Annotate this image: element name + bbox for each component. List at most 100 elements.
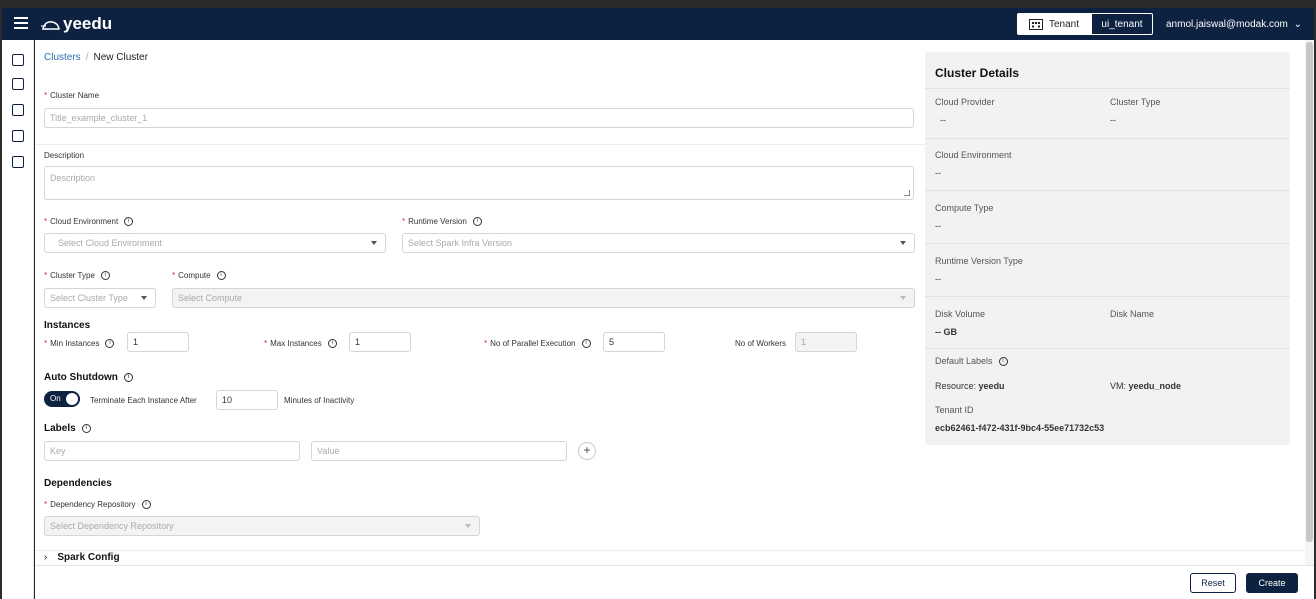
details-cluster-type-value: -- [1110,115,1116,125]
add-label-button[interactable]: + [578,442,596,460]
info-icon[interactable]: i [327,339,337,349]
yeedu-logo-icon [41,21,60,30]
chevron-down-icon [371,241,377,245]
divider [35,144,925,145]
tenant-switcher[interactable]: Tenant ui_tenant [1017,13,1153,35]
disk-volume-label: Disk Volume [935,309,986,319]
cloud-provider-label: Cloud Provider [935,97,995,107]
runtime-version-type-value: -- [935,274,941,284]
compute-label: * Compute i [172,271,226,281]
top-navbar: yeedu Tenant ui_tenant anmol.jaiswal@mod… [2,8,1314,40]
info-icon[interactable]: i [105,339,115,349]
tenant-label: Tenant [1049,18,1080,30]
vm-value: yeedu_node [1128,381,1182,391]
divider [35,550,1305,551]
user-email: anmol.jaiswal@modak.com [1166,19,1288,30]
cluster-type-select[interactable]: Select Cluster Type [44,288,156,308]
cloud-environment-detail-value: -- [935,168,941,178]
breadcrumb-separator: / [85,52,89,63]
divider [925,243,1290,244]
cluster-icon[interactable] [12,104,24,116]
window-top-strip [0,0,1316,8]
min-instances-label: * Min Instances i [44,339,115,349]
max-instances-label: * Max Instances i [264,339,337,349]
description-textarea[interactable]: Description [44,166,914,200]
max-instances-input[interactable]: 1 [349,332,411,352]
divider [925,88,1290,89]
cluster-type-label: * Cluster Type i [44,271,110,281]
cluster-details-title: Cluster Details [935,66,1020,80]
runtime-version-select[interactable]: Select Spark Infra Version [402,233,915,253]
divider [925,296,1290,297]
parallel-execution-input[interactable]: 5 [603,332,665,352]
dependencies-heading: Dependencies [44,478,112,489]
default-labels-label: Default Labels i [935,356,1008,367]
form-footer [35,565,1314,599]
vm-label: VM: yeedu_node [1110,381,1182,391]
download-icon[interactable] [12,54,24,66]
spark-config-section[interactable]: › Spark Config [44,552,120,563]
create-button[interactable]: Create [1246,573,1298,593]
disk-name-label: Disk Name [1110,309,1155,319]
tenant-label-box: Tenant [1018,14,1092,34]
chart-icon[interactable] [12,78,24,90]
main-content: Clusters / New Cluster * Cluster Name Title… [35,40,1314,599]
divider [925,348,1290,349]
info-icon[interactable]: i [472,217,482,227]
toggle-knob [66,393,78,405]
chevron-down-icon [900,241,906,245]
auto-shutdown-toggle[interactable]: On [44,391,80,407]
info-icon[interactable]: i [100,271,110,281]
info-icon[interactable]: i [581,339,591,349]
chevron-down-icon [141,296,147,300]
label-value-input[interactable]: Value [311,441,567,461]
runtime-version-label: * Runtime Version i [402,217,482,227]
info-icon[interactable]: i [216,271,226,281]
jobs-icon[interactable] [12,130,24,142]
info-icon[interactable]: i [81,423,91,433]
runtime-version-type-label: Runtime Version Type [935,256,1023,266]
description-label: Description [44,151,85,160]
minutes-suffix-label: Minutes of Inactivity [284,396,355,405]
chevron-down-icon [900,296,906,300]
app-logo-text[interactable]: yeedu [63,14,112,34]
chevron-right-icon: › [44,552,48,563]
min-instances-input[interactable]: 1 [127,332,189,352]
info-icon[interactable]: i [123,372,133,382]
cloud-provider-value: -- [940,115,946,125]
workers-label: No of Workers [735,339,786,348]
info-icon[interactable]: i [124,217,134,227]
resize-handle-icon[interactable] [904,190,910,196]
shutdown-minutes-input[interactable]: 10 [216,390,278,410]
reset-button[interactable]: Reset [1190,573,1236,593]
cluster-name-label: * Cluster Name [44,91,100,100]
chevron-down-icon [465,524,471,528]
compute-select[interactable]: Select Compute [172,288,915,308]
info-icon[interactable]: i [141,500,151,510]
cloud-environment-select[interactable]: Select Cloud Environment [44,233,386,253]
tenant-id-label: Tenant ID [935,405,974,415]
tenant-value: ui_tenant [1101,18,1143,30]
terminate-label: Terminate Each Instance After [90,396,197,405]
dependency-repo-select[interactable]: Select Dependency Repository [44,516,480,536]
label-key-input[interactable]: Key [44,441,300,461]
left-sidebar [2,40,34,599]
resource-label: Resource: yeedu [935,381,1005,391]
cluster-details-panel: Cluster Details Cloud Provider -- Cluste… [925,52,1290,445]
divider [925,138,1290,139]
breadcrumb-current: New Cluster [93,52,148,63]
toggle-label: On [50,394,61,403]
info-icon[interactable]: i [998,357,1008,367]
hamburger-menu-icon[interactable] [14,17,28,31]
breadcrumb-clusters-link[interactable]: Clusters [44,52,81,63]
scrollbar-thumb[interactable] [1306,42,1313,542]
workspace-icon[interactable] [12,156,24,168]
details-cluster-type-label: Cluster Type [1110,97,1161,107]
cluster-name-input[interactable]: Title_example_cluster_1 [44,108,914,128]
app-window: yeedu Tenant ui_tenant anmol.jaiswal@mod… [0,0,1316,599]
divider [925,190,1290,191]
user-menu[interactable]: anmol.jaiswal@modak.com ⌄ [1166,19,1302,30]
chevron-down-icon: ⌄ [1293,19,1303,30]
building-icon [1029,18,1043,30]
tenant-id-value: ecb62461-f472-431f-9bc4-55ee71732c53 [935,423,1105,433]
